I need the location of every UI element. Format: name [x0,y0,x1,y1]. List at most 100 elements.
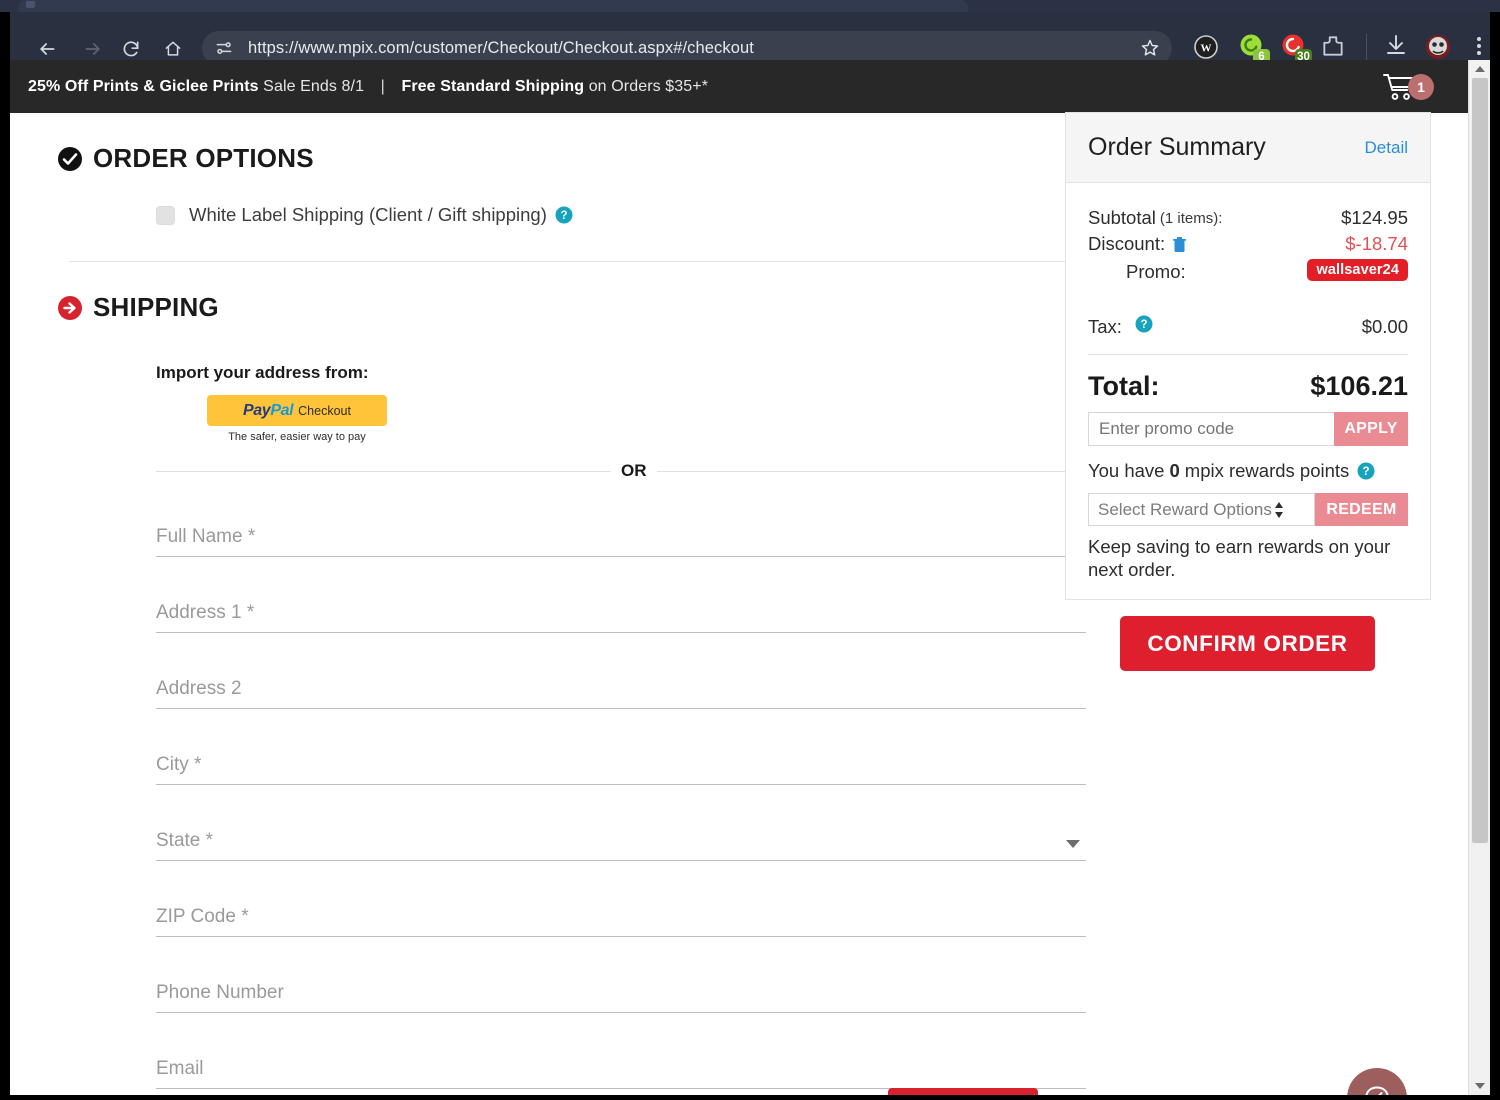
tax-help-icon[interactable]: ? [1135,315,1153,337]
promo-offer-bold: 25% Off Prints & Giclee Prints [28,77,259,95]
tab-favicon [26,1,35,8]
continue-button-partial[interactable] [888,1088,1038,1095]
red-extension-icon[interactable]: 30 [1280,33,1312,65]
checkout-left-column: ORDER OPTIONS White Label Shipping (Clie… [57,113,1087,1089]
toolbar-divider [1366,34,1367,60]
reload-icon [123,41,139,57]
order-summary-title: Order Summary [1088,133,1266,161]
rewards-suffix: mpix rewards points [1184,460,1350,481]
profile-avatar-icon[interactable] [1424,33,1454,63]
cart-button[interactable]: 1 [1382,72,1438,104]
scroll-up-arrow-icon[interactable] [1469,60,1490,78]
download-icon[interactable] [1384,33,1414,63]
rewards-prefix: You have [1088,460,1165,481]
cart-count-badge: 1 [1408,74,1434,100]
city-placeholder: City * [156,754,202,775]
arrow-circle-right-icon [57,295,83,321]
browser-window: https://www.mpix.com/customer/Checkout/C… [0,0,1500,1100]
chat-widget-button[interactable] [1347,1068,1407,1095]
tab-strip [0,0,1500,12]
state-select[interactable]: State * [156,815,1086,861]
address-2-field[interactable]: Address 2 [156,663,1086,709]
shipping-title: SHIPPING [93,292,219,322]
address-1-field[interactable]: Address 1 * [156,587,1086,633]
promo-code-badge: wallsaver24 [1307,259,1408,281]
tax-row: Tax: ? $0.00 [1088,315,1408,338]
site-settings-icon[interactable] [214,38,234,58]
tax-label: Tax: [1088,316,1122,337]
keep-saving-text: Keep saving to earn rewards on your next… [1088,536,1391,581]
white-label-shipping-row[interactable]: White Label Shipping (Client / Gift ship… [156,204,1087,226]
home-icon [165,41,181,56]
zip-code-placeholder: ZIP Code * [156,906,249,927]
city-field[interactable]: City * [156,739,1086,785]
white-label-shipping-label: White Label Shipping (Client / Gift ship… [189,204,547,225]
discount-value: $-18.74 [1345,233,1408,254]
svg-text:?: ? [560,210,567,222]
browser-toolbar: https://www.mpix.com/customer/Checkout/C… [10,12,1490,65]
reward-redeem-row: Select Reward Options REDEEM [1088,493,1408,526]
state-placeholder: State * [156,830,214,851]
wikipedia-extension-icon[interactable]: W [1192,33,1222,63]
promo-label: Promo: [1126,261,1186,282]
email-field[interactable]: Email [156,1043,1086,1089]
check-circle-icon [57,146,83,172]
or-divider: OR [156,461,1086,481]
order-summary-detail-link[interactable]: Detail [1365,138,1408,158]
promo-banner-text: 25% Off Prints & Giclee Prints Sale Ends… [28,78,708,96]
scroll-down-arrow-icon[interactable] [1469,1077,1490,1095]
white-label-help-icon[interactable]: ? [555,206,573,224]
svg-text:?: ? [1141,319,1148,331]
reward-options-value: Select Reward Options [1098,499,1272,519]
reward-options-select[interactable]: Select Reward Options [1088,493,1315,526]
subtotal-row: Subtotal (1 items): $124.95 [1088,207,1408,229]
white-label-shipping-checkbox[interactable] [156,205,175,225]
order-summary-body: Subtotal (1 items): $124.95 Discount: $-… [1066,183,1430,599]
full-name-field[interactable]: Full Name * [156,511,1086,557]
promo-code-entry: APPLY [1088,412,1408,446]
address-2-placeholder: Address 2 [156,678,242,699]
url-text: https://www.mpix.com/customer/Checkout/C… [248,38,754,57]
shipping-header: SHIPPING [57,292,1087,323]
subtotal-label-group: Subtotal (1 items): [1088,207,1222,229]
order-summary-header: Order Summary Detail [1066,113,1430,183]
page-viewport: 25% Off Prints & Giclee Prints Sale Ends… [10,60,1490,1095]
rewards-help-icon[interactable]: ? [1357,462,1375,480]
phone-number-field[interactable]: Phone Number [156,967,1086,1013]
zip-code-field[interactable]: ZIP Code * [156,891,1086,937]
import-address-label: Import your address from: [156,363,369,382]
paypal-pal-text: Pal [270,401,294,419]
email-placeholder: Email [156,1058,204,1079]
three-dot-menu-icon[interactable] [1468,33,1490,63]
subtotal-label: Subtotal [1088,207,1156,228]
confirm-order-button[interactable]: CONFIRM ORDER [1120,616,1375,671]
chevron-down-icon [1066,840,1080,848]
promo-offer-rest: Sale Ends 8/1 [263,77,365,95]
total-row: Total: $106.21 [1088,371,1408,402]
redeem-button[interactable]: REDEEM [1315,493,1408,526]
arrow-right-icon [85,43,100,55]
paypal-checkout-button[interactable]: PayPal Checkout [207,395,387,426]
page-scrollbar[interactable] [1468,60,1490,1095]
green-extension-icon[interactable]: 6 [1238,33,1270,65]
select-updown-icon [1274,500,1284,520]
promo-code-input[interactable] [1088,412,1334,446]
promo-banner: 25% Off Prints & Giclee Prints Sale Ends… [10,60,1468,113]
paypal-logo-icon: PayPal [243,401,294,420]
apply-promo-button[interactable]: APPLY [1334,412,1408,446]
full-name-placeholder: Full Name * [156,526,256,547]
star-icon[interactable] [1140,38,1160,58]
paypal-checkout-text: Checkout [298,403,351,418]
extensions-puzzle-icon[interactable] [1320,33,1350,63]
discount-label: Discount: [1088,233,1166,254]
tax-value: $0.00 [1361,315,1408,337]
promo-shipping-rest: on Orders $35+* [588,77,709,95]
browser-tab-active[interactable] [18,0,968,12]
arrow-left-icon [40,43,55,55]
browser-tab-other[interactable] [1050,0,1170,12]
scrollbar-thumb[interactable] [1472,78,1488,843]
svg-text:W: W [1201,43,1212,55]
or-divider-text: OR [611,461,657,481]
summary-divider [1088,354,1408,355]
trash-icon[interactable] [1172,236,1187,253]
